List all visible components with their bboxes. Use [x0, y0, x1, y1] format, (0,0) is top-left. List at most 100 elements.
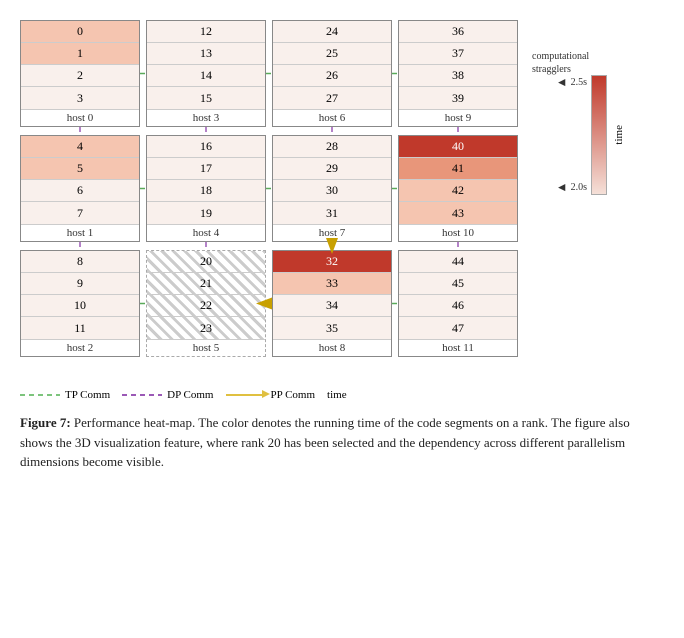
rank-7: 7: [21, 202, 139, 224]
rank-3: 3: [21, 87, 139, 109]
main-container: 0123host 012131415host 324252627host 636…: [10, 10, 674, 476]
rank-43: 43: [399, 202, 517, 224]
pp-comm-label: PP Comm: [271, 389, 316, 401]
right-panel: computational stragglers ◄ 2.5s ◄ 2.0s t: [530, 20, 630, 365]
rank-34: 34: [273, 295, 391, 317]
rank-46: 46: [399, 295, 517, 317]
host-box-host-7: 28293031host 7: [272, 135, 392, 242]
host-box-host-9: 36373839host 9: [398, 20, 518, 127]
legend: TP Comm DP Comm PP Comm time: [10, 389, 674, 401]
rank-0: 0: [21, 21, 139, 43]
grid-container: 0123host 012131415host 324252627host 636…: [20, 20, 518, 357]
grid-row-2: 891011host 220212223host 532333435host 8…: [20, 250, 518, 357]
host-box-host-11: 44454647host 11: [398, 250, 518, 357]
host-label-host-0: host 0: [21, 109, 139, 126]
figure-num: Figure 7:: [20, 415, 71, 430]
host-label-host-8: host 8: [273, 339, 391, 356]
rank-38: 38: [399, 65, 517, 87]
legend-time: time: [327, 389, 347, 401]
pp-comm-line: [226, 394, 266, 396]
host-box-host-10: 40414243host 10: [398, 135, 518, 242]
rank-10: 10: [21, 295, 139, 317]
colorbar-time-label: time: [613, 125, 625, 145]
rank-30: 30: [273, 180, 391, 202]
rank-8: 8: [21, 251, 139, 273]
rank-35: 35: [273, 317, 391, 339]
colorbar-tick-arrow-bottom: ◄: [556, 180, 568, 195]
rank-23: 23: [147, 317, 265, 339]
diagram-wrapper: 0123host 012131415host 324252627host 636…: [20, 20, 518, 365]
rank-2: 2: [21, 65, 139, 87]
rank-25: 25: [273, 43, 391, 65]
rank-28: 28: [273, 136, 391, 158]
host-label-host-6: host 6: [273, 109, 391, 126]
dp-comm-line: [122, 394, 162, 396]
host-label-host-10: host 10: [399, 224, 517, 241]
rank-12: 12: [147, 21, 265, 43]
rank-16: 16: [147, 136, 265, 158]
host-box-host-4: 16171819host 4: [146, 135, 266, 242]
rank-44: 44: [399, 251, 517, 273]
host-label-host-4: host 4: [147, 224, 265, 241]
rank-11: 11: [21, 317, 139, 339]
rank-47: 47: [399, 317, 517, 339]
rank-9: 9: [21, 273, 139, 295]
colorbar-tick-bottom: ◄ 2.0s: [556, 180, 587, 195]
host-label-host-3: host 3: [147, 109, 265, 126]
caption-text: Performance heat-map. The color denotes …: [20, 415, 630, 469]
rank-17: 17: [147, 158, 265, 180]
host-label-host-7: host 7: [273, 224, 391, 241]
caption: Figure 7: Performance heat-map. The colo…: [10, 409, 674, 476]
tp-comm-label: TP Comm: [65, 389, 110, 401]
rank-31: 31: [273, 202, 391, 224]
rank-26: 26: [273, 65, 391, 87]
rank-40: 40: [399, 136, 517, 158]
colorbar-gradient: [591, 75, 607, 195]
grid-row-0: 0123host 012131415host 324252627host 636…: [20, 20, 518, 127]
rank-5: 5: [21, 158, 139, 180]
tp-comm-line: [20, 394, 60, 396]
rank-39: 39: [399, 87, 517, 109]
rank-18: 18: [147, 180, 265, 202]
rank-41: 41: [399, 158, 517, 180]
rank-1: 1: [21, 43, 139, 65]
rank-22: 22: [147, 295, 265, 317]
rank-21: 21: [147, 273, 265, 295]
host-box-host-1: 4567host 1: [20, 135, 140, 242]
rank-27: 27: [273, 87, 391, 109]
host-box-host-0: 0123host 0: [20, 20, 140, 127]
rank-45: 45: [399, 273, 517, 295]
rank-32: 32: [273, 251, 391, 273]
rank-19: 19: [147, 202, 265, 224]
host-box-host-3: 12131415host 3: [146, 20, 266, 127]
rank-33: 33: [273, 273, 391, 295]
colorbar-bottom-label: 2.0s: [571, 182, 587, 193]
colorbar-tick-arrow-top: ◄: [556, 75, 568, 90]
colorbar-tick-top: ◄ 2.5s: [556, 75, 587, 90]
rank-24: 24: [273, 21, 391, 43]
rank-14: 14: [147, 65, 265, 87]
colorbar-top-label: 2.5s: [571, 77, 587, 88]
host-label-host-11: host 11: [399, 339, 517, 356]
colorbar-labels: ◄ 2.5s ◄ 2.0s: [556, 75, 587, 195]
stragglers-line1: computational: [532, 50, 589, 63]
rank-6: 6: [21, 180, 139, 202]
rank-36: 36: [399, 21, 517, 43]
rank-15: 15: [147, 87, 265, 109]
rank-20: 20: [147, 251, 265, 273]
host-box-host-6: 24252627host 6: [272, 20, 392, 127]
host-label-host-5: host 5: [147, 339, 265, 356]
legend-dp: DP Comm: [122, 389, 213, 401]
host-label-host-2: host 2: [21, 339, 139, 356]
host-box-host-5: 20212223host 5: [146, 250, 266, 357]
rank-42: 42: [399, 180, 517, 202]
colorbar-container: ◄ 2.5s ◄ 2.0s time: [556, 75, 625, 195]
stragglers-annotation: computational stragglers: [532, 50, 589, 76]
host-box-host-8: 32333435host 8: [272, 250, 392, 357]
rank-13: 13: [147, 43, 265, 65]
host-label-host-1: host 1: [21, 224, 139, 241]
legend-pp: PP Comm: [226, 389, 316, 401]
grid-row-1: 4567host 116171819host 428293031host 740…: [20, 135, 518, 242]
host-box-host-2: 891011host 2: [20, 250, 140, 357]
rank-29: 29: [273, 158, 391, 180]
